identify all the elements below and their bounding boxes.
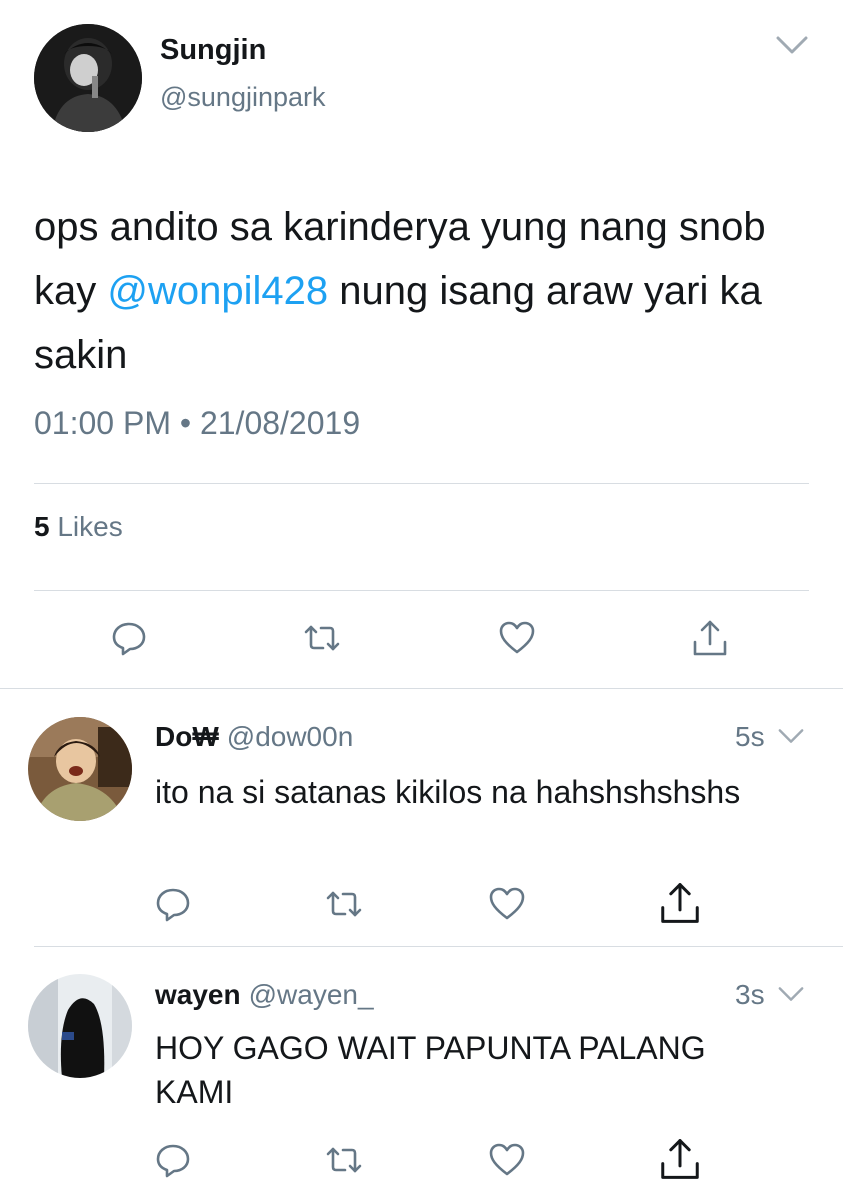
chevron-down-icon[interactable] xyxy=(778,728,804,744)
reply-author-handle[interactable]: @dow00n xyxy=(227,721,354,752)
chevron-down-icon[interactable] xyxy=(778,986,804,1002)
chevron-down-icon[interactable] xyxy=(776,35,808,55)
heart-icon[interactable] xyxy=(487,1140,527,1180)
heart-icon[interactable] xyxy=(487,884,527,924)
reply-time: 5s xyxy=(735,721,765,752)
reply-author-name[interactable]: Do₩ xyxy=(155,721,219,752)
reply-time: 3s xyxy=(735,979,765,1010)
tweet-text: ops andito sa karinderya yung nang snob … xyxy=(34,195,814,387)
reply-avatar[interactable] xyxy=(28,974,132,1078)
heart-icon[interactable] xyxy=(497,618,537,658)
share-icon[interactable] xyxy=(657,880,703,926)
divider xyxy=(34,946,843,947)
divider xyxy=(34,590,809,591)
retweet-icon[interactable] xyxy=(302,618,342,658)
divider xyxy=(0,688,843,689)
reply-icon[interactable] xyxy=(153,884,193,924)
retweet-icon[interactable] xyxy=(324,1140,364,1180)
likes-label: Likes xyxy=(49,511,123,542)
reply-author-name[interactable]: wayen xyxy=(155,979,241,1010)
author-avatar[interactable] xyxy=(34,24,142,132)
author-handle[interactable]: @sungjinpark xyxy=(160,82,326,113)
reply-icon[interactable] xyxy=(109,618,149,658)
divider xyxy=(34,483,809,484)
reply-author-handle[interactable]: @wayen_ xyxy=(249,979,374,1010)
author-name[interactable]: Sungjin xyxy=(160,34,266,67)
reply-text: HOY GAGO WAIT PAPUNTA PALANG KAMI xyxy=(155,1030,706,1110)
reply-icon[interactable] xyxy=(153,1140,193,1180)
mention-link[interactable]: @wonpil428 xyxy=(107,269,328,313)
reply-header: Do₩ @dow00n xyxy=(155,721,353,753)
share-icon[interactable] xyxy=(657,1136,703,1182)
share-icon[interactable] xyxy=(690,618,730,658)
tweet-timestamp[interactable]: 01:00 PM • 21/08/2019 xyxy=(34,405,360,442)
reply-avatar[interactable] xyxy=(28,717,132,821)
reply-text: ito na si satanas kikilos na hahshshshsh… xyxy=(155,774,741,810)
retweet-icon[interactable] xyxy=(324,884,364,924)
likes-count: 5 xyxy=(34,511,50,542)
reply-header: wayen @wayen_ xyxy=(155,979,374,1011)
likes-summary[interactable]: 5 Likes xyxy=(34,511,123,543)
